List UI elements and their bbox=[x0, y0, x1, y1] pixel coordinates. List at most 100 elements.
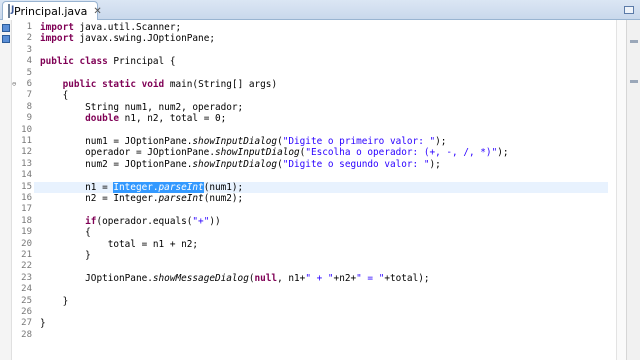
code-token: (operador.equals( bbox=[96, 215, 193, 227]
code-line[interactable]: JOptionPane.showMessageDialog(null, n1+"… bbox=[40, 272, 430, 284]
line-number: 14 bbox=[21, 170, 32, 181]
line-number: 1 bbox=[26, 22, 32, 32]
tab-principal-java[interactable]: Principal.java ✕ bbox=[2, 1, 102, 20]
code-token: JOptionPane. bbox=[40, 272, 153, 284]
code-text-area[interactable]: import java.util.Scanner; import javax.sw… bbox=[34, 20, 608, 360]
line-number: 27 bbox=[21, 318, 32, 329]
code-token: "Digite o segundo valor: " bbox=[282, 158, 430, 170]
code-token: public bbox=[40, 56, 80, 68]
code-token: ); bbox=[435, 136, 447, 147]
line-number: 12 bbox=[21, 147, 32, 158]
code-line[interactable]: num2 = JOptionPane.showInputDialog("Digi… bbox=[40, 159, 441, 170]
code-token: double bbox=[85, 113, 125, 125]
line-number: 22 bbox=[21, 261, 32, 272]
code-token: )) bbox=[209, 215, 221, 227]
code-token: n2 = Integer. bbox=[40, 193, 159, 204]
code-token: class bbox=[79, 56, 114, 68]
code-token: n1 = bbox=[40, 181, 114, 193]
code-token: ); bbox=[497, 147, 509, 159]
code-token: void bbox=[141, 79, 170, 90]
line-number: 19 bbox=[21, 227, 32, 238]
warning-marker-icon[interactable] bbox=[2, 34, 10, 43]
code-token: (num2); bbox=[203, 193, 244, 204]
vertical-scrollbar[interactable] bbox=[616, 20, 626, 360]
code-token: Principal { bbox=[113, 56, 176, 68]
code-line[interactable]: import javax.swing.JOptionPane; bbox=[40, 33, 215, 44]
code-line[interactable]: { bbox=[40, 227, 91, 238]
line-number: 21 bbox=[21, 250, 32, 260]
line-number: 17 bbox=[21, 204, 32, 215]
code-line[interactable]: } bbox=[40, 296, 69, 307]
line-number: 5 bbox=[26, 67, 32, 78]
code-token: num2 = JOptionPane. bbox=[40, 158, 193, 170]
code-token: javax.swing.JOptionPane; bbox=[79, 33, 215, 45]
line-number: 3 bbox=[26, 44, 32, 55]
code-token: main(String[] args) bbox=[169, 79, 278, 90]
tab-title: Principal.java bbox=[14, 4, 88, 18]
code-line[interactable]: } bbox=[40, 250, 91, 261]
line-number: 11 bbox=[21, 136, 32, 146]
minimize-icon bbox=[624, 6, 634, 14]
code-token: import bbox=[40, 22, 80, 33]
code-token: java.util.Scanner; bbox=[79, 22, 182, 33]
code-line[interactable]: n2 = Integer.parseInt(num2); bbox=[40, 193, 243, 204]
code-editor[interactable]: 1 2 3 4 5 6 ⊖ 7 8 9 10 11 12 13 14 15 16 17 18 19 20 21 22 23 24… bbox=[0, 20, 640, 360]
code-line[interactable]: double n1, n2, total = 0; bbox=[40, 113, 226, 124]
code-line[interactable]: public static void main(String[] args) bbox=[40, 79, 278, 90]
code-token: } bbox=[40, 318, 46, 330]
code-line[interactable]: String num1, num2, operador; bbox=[40, 102, 243, 113]
java-file-icon bbox=[8, 4, 14, 18]
code-line[interactable]: total = n1 + n2; bbox=[40, 239, 198, 250]
line-number: 20 bbox=[21, 238, 32, 249]
code-line[interactable]: n1 = Integer.parseInt(num1); bbox=[40, 181, 244, 193]
code-line[interactable]: import java.util.Scanner; bbox=[40, 22, 181, 33]
code-line[interactable]: } bbox=[40, 318, 46, 329]
code-line[interactable]: operador = JOptionPane.showInputDialog("… bbox=[40, 147, 509, 159]
code-line[interactable]: public class Principal { bbox=[40, 56, 175, 67]
code-token: if bbox=[85, 215, 97, 227]
overview-mark[interactable] bbox=[630, 80, 638, 83]
editor-tab-bar: Principal.java ✕ bbox=[0, 0, 640, 20]
overview-ruler[interactable] bbox=[626, 20, 640, 360]
line-number: 4 bbox=[26, 56, 32, 67]
code-token: ); bbox=[429, 158, 441, 170]
line-number: 26 bbox=[21, 307, 32, 317]
code-token: , n1+ bbox=[277, 272, 306, 284]
minimize-button[interactable] bbox=[618, 0, 640, 20]
code-token: showInputDialog bbox=[192, 158, 278, 170]
code-token: " = " bbox=[356, 272, 385, 284]
code-token: n1, n2, total = 0; bbox=[124, 113, 227, 125]
code-token: "Digite o primeiro valor: " bbox=[282, 136, 436, 147]
line-number: 18 bbox=[21, 215, 32, 226]
code-token: } bbox=[40, 250, 91, 261]
code-token: parseInt bbox=[158, 181, 204, 193]
close-icon[interactable]: ✕ bbox=[93, 6, 101, 17]
code-token: showInputDialog bbox=[214, 147, 300, 159]
line-number: 28 bbox=[21, 329, 32, 340]
code-token: "Escolha o operador: (+, -, /, *)" bbox=[305, 147, 498, 159]
code-line[interactable]: num1 = JOptionPane.showInputDialog("Digi… bbox=[40, 136, 446, 147]
line-number: 8 bbox=[26, 101, 32, 112]
code-token: { bbox=[40, 90, 69, 102]
code-token: showInputDialog bbox=[192, 136, 278, 147]
code-line[interactable]: if(operador.equals("+")) bbox=[40, 215, 221, 227]
fold-minus-icon[interactable]: ⊖ bbox=[12, 79, 16, 90]
code-token: static bbox=[102, 79, 142, 90]
code-token: +total); bbox=[384, 272, 430, 284]
line-number: 16 bbox=[21, 193, 32, 203]
line-number: 2 bbox=[26, 33, 32, 44]
code-token: (num1); bbox=[203, 181, 244, 193]
line-number: 10 bbox=[21, 124, 32, 135]
code-line[interactable]: { bbox=[40, 90, 69, 102]
code-token: +n2+ bbox=[333, 272, 357, 284]
warning-marker-icon[interactable] bbox=[2, 23, 10, 32]
code-token: public bbox=[62, 79, 103, 90]
line-number: 23 bbox=[21, 272, 32, 283]
overview-mark[interactable] bbox=[630, 40, 638, 43]
code-token: parseInt bbox=[158, 193, 204, 204]
line-number: 9 bbox=[26, 113, 32, 124]
line-number: 25 bbox=[21, 295, 32, 306]
